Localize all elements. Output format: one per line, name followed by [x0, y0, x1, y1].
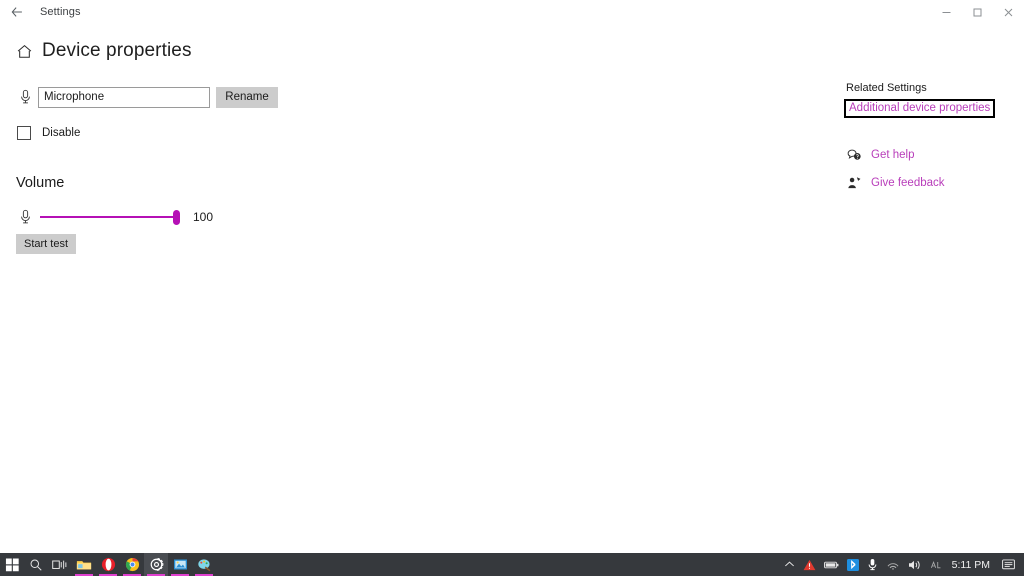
- microphone-icon: [16, 87, 34, 107]
- slider-thumb[interactable]: [173, 210, 180, 225]
- task-view-button[interactable]: [48, 553, 72, 576]
- window-title: Settings: [40, 6, 81, 18]
- opera-button[interactable]: [96, 553, 120, 576]
- get-help-label[interactable]: Get help: [871, 149, 914, 161]
- volume-value: 100: [193, 210, 214, 224]
- search-button[interactable]: [24, 553, 48, 576]
- volume-slider-row: 100: [16, 207, 806, 227]
- get-help-row[interactable]: Get help: [846, 146, 1016, 164]
- battery-icon[interactable]: [820, 553, 843, 576]
- home-icon[interactable]: [14, 41, 34, 61]
- content-area: Rename Disable Volume: [0, 66, 1024, 553]
- start-button[interactable]: [0, 553, 24, 576]
- volume-icon[interactable]: [904, 553, 926, 576]
- window-controls: [931, 0, 1024, 24]
- volume-slider[interactable]: [40, 207, 180, 227]
- minimize-button[interactable]: [931, 0, 962, 24]
- clock[interactable]: 5:11 PM: [946, 559, 998, 571]
- close-button[interactable]: [993, 0, 1024, 24]
- page-title: Device properties: [42, 40, 192, 61]
- give-feedback-icon: [846, 175, 862, 191]
- related-settings-heading: Related Settings: [846, 82, 927, 94]
- settings-button[interactable]: [144, 553, 168, 576]
- microphone-icon[interactable]: [863, 553, 882, 576]
- file-explorer-button[interactable]: [72, 553, 96, 576]
- show-hidden-icons-button[interactable]: [780, 553, 799, 576]
- related-settings-pane: Related Settings Additional device prope…: [844, 66, 1016, 192]
- device-name-row: Rename: [16, 86, 806, 108]
- back-button[interactable]: [0, 0, 34, 24]
- taskbar-items: [0, 553, 216, 576]
- maximize-button[interactable]: [962, 0, 993, 24]
- additional-device-properties-link[interactable]: Additional device properties: [844, 99, 996, 118]
- device-name-input[interactable]: [38, 86, 210, 108]
- give-feedback-label[interactable]: Give feedback: [871, 177, 945, 189]
- rename-button[interactable]: Rename: [216, 86, 278, 108]
- photos-button[interactable]: [168, 553, 192, 576]
- taskbar: 5:11 PM: [0, 553, 1024, 576]
- page-header: Device properties: [0, 36, 1024, 66]
- microphone-icon: [16, 207, 34, 227]
- start-test-button[interactable]: Start test: [16, 234, 76, 254]
- slider-track[interactable]: [40, 216, 180, 218]
- chrome-button[interactable]: [120, 553, 144, 576]
- warning-icon[interactable]: [799, 553, 820, 576]
- disable-label: Disable: [42, 127, 81, 139]
- disable-checkbox[interactable]: [17, 126, 31, 140]
- give-feedback-row[interactable]: Give feedback: [846, 174, 1016, 192]
- title-bar: Settings: [0, 0, 1024, 24]
- volume-heading: Volume: [16, 175, 65, 191]
- settings-window: Settings Device properties Microphone Re…: [0, 0, 1024, 553]
- get-help-icon: [846, 147, 862, 163]
- disable-row[interactable]: Disable: [16, 124, 806, 142]
- action-center-icon[interactable]: [998, 553, 1022, 576]
- system-tray: 5:11 PM: [780, 553, 1024, 576]
- language-icon[interactable]: [926, 553, 946, 576]
- bluetooth-icon[interactable]: [843, 553, 863, 576]
- settings-left-pane: Rename Disable Volume: [16, 66, 806, 254]
- paint-button[interactable]: [192, 553, 216, 576]
- network-icon[interactable]: [882, 553, 904, 576]
